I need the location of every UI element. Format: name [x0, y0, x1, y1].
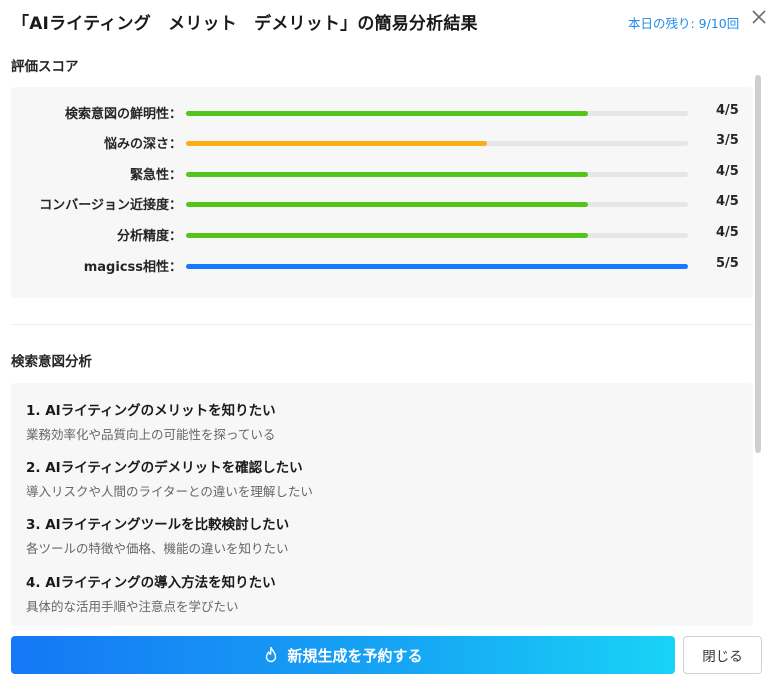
score-bar: [186, 202, 688, 207]
list-item: 3. AIライティングツールを比較検討したい 各ツールの特徴や価格、機能の違いを…: [26, 513, 289, 557]
list-item: 4. AIライティングの導入方法を知りたい 具体的な活用手順や注意点を学びたい: [26, 571, 276, 615]
score-row: 緊急性： 4/5: [11, 163, 753, 183]
score-value: 4/5: [716, 164, 739, 179]
score-row: 分析精度： 4/5: [11, 224, 753, 244]
score-bar: [186, 141, 688, 146]
score-bar-fill: [186, 233, 588, 238]
score-value: 5/5: [716, 256, 739, 271]
intent-description: 各ツールの特徴や価格、機能の違いを知りたい: [26, 541, 289, 556]
list-item: 2. AIライティングのデメリットを確認したい 導入リスクや人間のライターとの違…: [26, 456, 313, 500]
section-divider: [11, 324, 753, 325]
intent-heading: 検索意図分析: [11, 354, 92, 370]
reserve-generation-button[interactable]: 新規生成を予約する: [11, 636, 675, 674]
intent-description: 具体的な活用手順や注意点を学びたい: [26, 599, 239, 614]
reserve-generation-label: 新規生成を予約する: [287, 646, 423, 665]
score-label: 緊急性：: [129, 168, 182, 183]
intent-title: 1. AIライティングのメリットを知りたい: [26, 403, 276, 419]
score-bar: [186, 264, 688, 269]
score-bar: [186, 111, 688, 116]
score-label: 悩みの深さ：: [103, 137, 182, 152]
score-value: 4/5: [716, 194, 739, 209]
intent-description: 導入リスクや人間のライターとの違いを理解したい: [26, 484, 313, 499]
dialog-body[interactable]: 評価スコア 検索意図の鮮明性： 4/5 悩みの深さ： 3/5 緊急性： 4/5 …: [0, 0, 775, 626]
score-bar-fill: [186, 172, 588, 177]
list-item: 1. AIライティングのメリットを知りたい 業務効率化や品質向上の可能性を探って…: [26, 399, 276, 443]
score-bar-fill: [186, 111, 588, 116]
score-bar-fill: [186, 141, 488, 146]
score-row: 検索意図の鮮明性： 4/5: [11, 102, 753, 122]
score-heading: 評価スコア: [11, 59, 79, 75]
intent-description: 業務効率化や品質向上の可能性を探っている: [26, 427, 276, 442]
intent-title: 2. AIライティングのデメリットを確認したい: [26, 460, 303, 476]
score-bar-fill: [186, 264, 688, 269]
score-label: コンバージョン近接度：: [39, 198, 182, 213]
score-label: magicss相性：: [83, 260, 182, 275]
score-label: 検索意図の鮮明性：: [64, 107, 182, 122]
dialog-footer: 新規生成を予約する 閉じる: [0, 626, 775, 681]
score-value: 4/5: [716, 225, 739, 240]
score-panel: 検索意図の鮮明性： 4/5 悩みの深さ： 3/5 緊急性： 4/5 コンバージョ…: [11, 87, 753, 298]
intent-panel: 1. AIライティングのメリットを知りたい 業務効率化や品質向上の可能性を探って…: [11, 383, 753, 626]
score-row: magicss相性： 5/5: [11, 255, 753, 275]
score-bar: [186, 233, 688, 238]
score-value: 4/5: [716, 103, 739, 118]
score-row: コンバージョン近接度： 4/5: [11, 193, 753, 213]
score-bar-fill: [186, 202, 588, 207]
scrollbar[interactable]: [755, 75, 761, 453]
score-label: 分析精度：: [116, 229, 182, 244]
intent-title: 4. AIライティングの導入方法を知りたい: [26, 575, 276, 591]
intent-title: 3. AIライティングツールを比較検討したい: [26, 517, 290, 533]
score-row: 悩みの深さ： 3/5: [11, 132, 753, 152]
score-bar: [186, 172, 688, 177]
flame-icon: [263, 646, 279, 664]
score-value: 3/5: [716, 133, 739, 148]
close-button[interactable]: 閉じる: [683, 636, 762, 674]
